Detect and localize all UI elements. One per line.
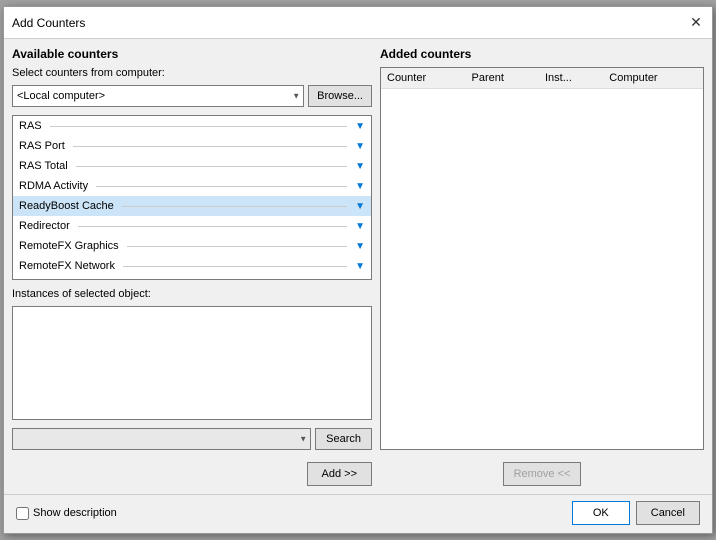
computer-row: <Local computer> Browse...: [12, 85, 372, 107]
counter-item[interactable]: RemoteFX Graphics ▼: [13, 236, 371, 256]
search-combo[interactable]: [12, 428, 311, 450]
chevron-down-icon: ▼: [355, 261, 365, 272]
search-button[interactable]: Search: [315, 428, 372, 450]
chevron-down-icon: ▼: [355, 221, 365, 232]
chevron-down-icon: ▼: [355, 241, 365, 252]
counter-item[interactable]: RemoteFX Network ▼: [13, 256, 371, 276]
counter-item-name: RAS Total: [19, 160, 68, 172]
dialog-body: Available counters Select counters from …: [4, 39, 712, 494]
ok-button[interactable]: OK: [572, 501, 630, 525]
counter-item-name: RemoteFX Network: [19, 260, 115, 272]
added-counters-table: CounterParentInst...Computer: [381, 68, 703, 89]
added-counters-box[interactable]: CounterParentInst...Computer: [380, 67, 704, 450]
table-column-header: Inst...: [539, 68, 603, 88]
counter-item-name: RDMA Activity: [19, 180, 88, 192]
table-header-row: CounterParentInst...Computer: [381, 68, 703, 88]
right-panel: Added counters CounterParentInst...Compu…: [380, 47, 704, 486]
search-row: Search: [12, 428, 372, 450]
left-panel: Available counters Select counters from …: [12, 47, 372, 486]
browse-button[interactable]: Browse...: [308, 85, 372, 107]
added-counters-label: Added counters: [380, 47, 704, 61]
counter-item-name: Redirector: [19, 220, 70, 232]
chevron-down-icon: ▼: [355, 201, 365, 212]
counter-item-name: ReadyBoost Cache: [19, 200, 114, 212]
search-combo-wrapper[interactable]: [12, 428, 311, 450]
add-counters-dialog: Add Counters ✕ Available counters Select…: [3, 6, 713, 534]
show-description-checkbox[interactable]: [16, 507, 29, 520]
counter-item[interactable]: RAS Total ▼: [13, 156, 371, 176]
cancel-button[interactable]: Cancel: [636, 501, 700, 525]
chevron-down-icon: ▼: [355, 121, 365, 132]
table-column-header: Counter: [381, 68, 466, 88]
footer-buttons: OK Cancel: [572, 501, 700, 525]
counter-item[interactable]: ReadyBoost Cache ▼: [13, 196, 371, 216]
counter-item[interactable]: RAS Port ▼: [13, 136, 371, 156]
table-column-header: Parent: [466, 68, 539, 88]
show-description-label: Show description: [33, 507, 117, 519]
chevron-down-icon: ▼: [355, 141, 365, 152]
computer-select-wrapper[interactable]: <Local computer>: [12, 85, 304, 107]
counter-item[interactable]: RDMA Activity ▼: [13, 176, 371, 196]
counter-item-name: RAS: [19, 120, 42, 132]
dialog-footer: Show description OK Cancel: [4, 494, 712, 533]
counter-item-name: RemoteFX Graphics: [19, 240, 119, 252]
show-description-row: Show description: [16, 507, 117, 520]
counter-item[interactable]: RAS ▼: [13, 116, 371, 136]
chevron-down-icon: ▼: [355, 181, 365, 192]
instances-label: Instances of selected object:: [12, 288, 372, 300]
counter-item[interactable]: Redirector ▼: [13, 216, 371, 236]
chevron-down-icon: ▼: [355, 161, 365, 172]
available-counters-label: Available counters: [12, 47, 372, 61]
title-bar: Add Counters ✕: [4, 7, 712, 39]
remove-button[interactable]: Remove <<: [503, 462, 582, 486]
dialog-title: Add Counters: [12, 16, 85, 30]
instances-box[interactable]: [12, 306, 372, 420]
computer-select-label: Select counters from computer:: [12, 67, 372, 79]
add-button[interactable]: Add >>: [307, 462, 372, 486]
table-column-header: Computer: [603, 68, 703, 88]
close-button[interactable]: ✕: [688, 15, 704, 31]
counter-item-name: RAS Port: [19, 140, 65, 152]
computer-select[interactable]: <Local computer>: [12, 85, 304, 107]
counters-list[interactable]: RAS ▼ RAS Port ▼ RAS Total ▼ RDMA Activi…: [12, 115, 372, 280]
